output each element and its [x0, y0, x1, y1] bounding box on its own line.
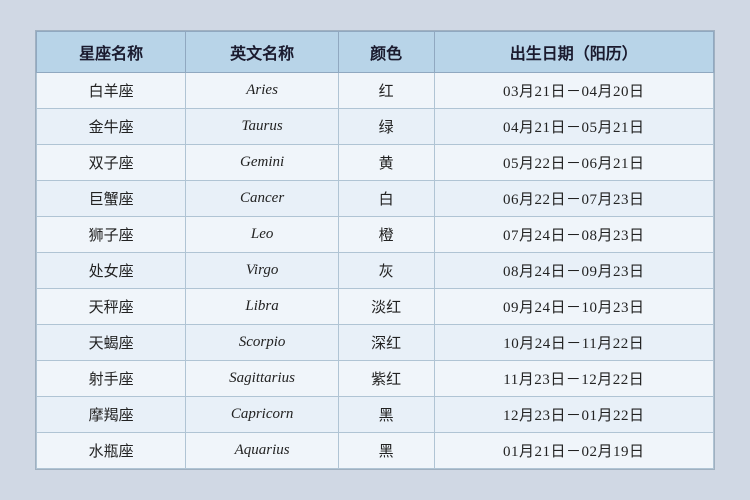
table-row: 狮子座Leo橙07月24日－08月23日: [37, 217, 714, 253]
cell-dates: 10月24日－11月22日: [434, 325, 713, 361]
cell-en-name: Leo: [186, 217, 338, 253]
table-row: 天秤座Libra淡红09月24日－10月23日: [37, 289, 714, 325]
zodiac-table-container: 星座名称 英文名称 颜色 出生日期（阳历） 白羊座Aries红03月21日－04…: [35, 30, 715, 470]
cell-en-name: Gemini: [186, 145, 338, 181]
table-row: 双子座Gemini黄05月22日－06月21日: [37, 145, 714, 181]
cell-en-name: Capricorn: [186, 397, 338, 433]
cell-en-name: Aquarius: [186, 433, 338, 469]
table-row: 射手座Sagittarius紫红11月23日－12月22日: [37, 361, 714, 397]
table-row: 摩羯座Capricorn黑12月23日－01月22日: [37, 397, 714, 433]
cell-zh-name: 白羊座: [37, 73, 186, 109]
table-row: 水瓶座Aquarius黑01月21日－02月19日: [37, 433, 714, 469]
cell-zh-name: 双子座: [37, 145, 186, 181]
cell-en-name: Sagittarius: [186, 361, 338, 397]
table-body: 白羊座Aries红03月21日－04月20日金牛座Taurus绿04月21日－0…: [37, 73, 714, 469]
cell-color: 橙: [338, 217, 434, 253]
cell-dates: 01月21日－02月19日: [434, 433, 713, 469]
cell-color: 红: [338, 73, 434, 109]
cell-dates: 05月22日－06月21日: [434, 145, 713, 181]
table-row: 天蝎座Scorpio深红10月24日－11月22日: [37, 325, 714, 361]
cell-color: 淡红: [338, 289, 434, 325]
header-color: 颜色: [338, 32, 434, 73]
cell-zh-name: 金牛座: [37, 109, 186, 145]
cell-dates: 11月23日－12月22日: [434, 361, 713, 397]
cell-en-name: Taurus: [186, 109, 338, 145]
cell-color: 黑: [338, 397, 434, 433]
cell-en-name: Cancer: [186, 181, 338, 217]
cell-en-name: Libra: [186, 289, 338, 325]
cell-zh-name: 水瓶座: [37, 433, 186, 469]
cell-color: 灰: [338, 253, 434, 289]
cell-color: 白: [338, 181, 434, 217]
cell-zh-name: 处女座: [37, 253, 186, 289]
table-row: 白羊座Aries红03月21日－04月20日: [37, 73, 714, 109]
cell-zh-name: 天秤座: [37, 289, 186, 325]
table-header-row: 星座名称 英文名称 颜色 出生日期（阳历）: [37, 32, 714, 73]
table-row: 处女座Virgo灰08月24日－09月23日: [37, 253, 714, 289]
header-en-name: 英文名称: [186, 32, 338, 73]
cell-dates: 06月22日－07月23日: [434, 181, 713, 217]
table-row: 巨蟹座Cancer白06月22日－07月23日: [37, 181, 714, 217]
cell-dates: 12月23日－01月22日: [434, 397, 713, 433]
cell-zh-name: 巨蟹座: [37, 181, 186, 217]
cell-color: 黑: [338, 433, 434, 469]
cell-en-name: Virgo: [186, 253, 338, 289]
cell-en-name: Scorpio: [186, 325, 338, 361]
cell-en-name: Aries: [186, 73, 338, 109]
zodiac-table: 星座名称 英文名称 颜色 出生日期（阳历） 白羊座Aries红03月21日－04…: [36, 31, 714, 469]
header-zh-name: 星座名称: [37, 32, 186, 73]
cell-zh-name: 天蝎座: [37, 325, 186, 361]
cell-dates: 08月24日－09月23日: [434, 253, 713, 289]
cell-dates: 04月21日－05月21日: [434, 109, 713, 145]
cell-dates: 03月21日－04月20日: [434, 73, 713, 109]
cell-zh-name: 射手座: [37, 361, 186, 397]
cell-color: 绿: [338, 109, 434, 145]
table-row: 金牛座Taurus绿04月21日－05月21日: [37, 109, 714, 145]
cell-dates: 09月24日－10月23日: [434, 289, 713, 325]
cell-dates: 07月24日－08月23日: [434, 217, 713, 253]
cell-zh-name: 狮子座: [37, 217, 186, 253]
header-dates: 出生日期（阳历）: [434, 32, 713, 73]
cell-color: 深红: [338, 325, 434, 361]
cell-zh-name: 摩羯座: [37, 397, 186, 433]
cell-color: 紫红: [338, 361, 434, 397]
cell-color: 黄: [338, 145, 434, 181]
